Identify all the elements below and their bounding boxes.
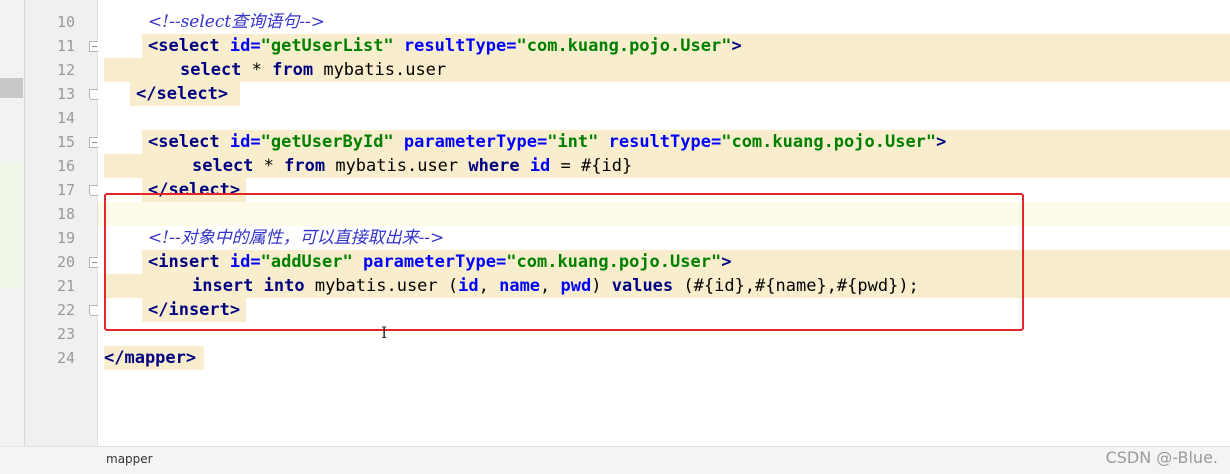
code-line[interactable]: </mapper>: [98, 346, 1230, 370]
code-token: id=: [229, 36, 261, 56]
code-text: </select>: [136, 82, 228, 106]
code-token: *: [263, 156, 285, 176]
code-token: resultType=: [403, 36, 517, 56]
code-token: from: [284, 156, 336, 176]
line-number: 20: [56, 253, 75, 271]
code-token: mybatis.user: [335, 156, 469, 176]
code-token: id=: [229, 132, 261, 152]
line-number: 24: [56, 349, 75, 367]
line-number: 17: [56, 181, 75, 199]
code-token: select: [192, 156, 264, 176]
code-text: <!--select查询语句-->: [148, 10, 325, 34]
code-token: id: [529, 156, 551, 176]
strip-marker-gray: [0, 78, 23, 98]
annotation-highlight-box: [104, 193, 1024, 331]
code-token: "int": [547, 132, 609, 152]
code-token: from: [272, 60, 324, 80]
code-token: "getUserById": [260, 132, 404, 152]
code-text: </mapper>: [104, 346, 196, 370]
breadcrumb-bar: mapper: [0, 446, 1230, 474]
code-token: select: [180, 60, 252, 80]
code-token: >: [731, 36, 742, 56]
text-cursor-icon: I: [381, 323, 388, 342]
code-token: >: [936, 132, 947, 152]
code-line[interactable]: <select id="getUserById" parameterType="…: [98, 130, 1230, 154]
tool-window-strip: [0, 0, 25, 473]
code-text: select * from mybatis.user where id = #{…: [192, 154, 632, 178]
line-number: 12: [56, 61, 75, 79]
line-number: 21: [56, 277, 75, 295]
line-number: 22: [56, 301, 75, 319]
line-number: 13: [56, 85, 75, 103]
line-number: 18: [56, 205, 75, 223]
code-token: where: [468, 156, 530, 176]
code-line[interactable]: </select>: [98, 82, 1230, 106]
code-text: select * from mybatis.user: [180, 58, 446, 82]
code-line[interactable]: <select id="getUserList" resultType="com…: [98, 34, 1230, 58]
breadcrumb-mapper[interactable]: mapper: [106, 452, 153, 466]
code-token: </select>: [136, 84, 229, 104]
code-token: "com.kuang.pojo.User": [516, 36, 732, 56]
line-number: 10: [56, 13, 75, 31]
line-number: 19: [56, 229, 75, 247]
code-line[interactable]: <!--select查询语句-->: [98, 10, 1230, 34]
line-number: 11: [56, 37, 75, 55]
code-text: <select id="getUserList" resultType="com…: [148, 34, 742, 58]
line-number: 14: [56, 109, 75, 127]
code-token: resultType=: [608, 132, 722, 152]
code-token: mybatis.user: [323, 60, 447, 80]
strip-marker-green: [0, 162, 23, 288]
line-number: 23: [56, 325, 75, 343]
code-token: *: [251, 60, 273, 80]
code-token: "com.kuang.pojo.User": [721, 132, 937, 152]
code-token: </mapper>: [104, 348, 197, 368]
watermark-text: CSDN @-Blue.: [1105, 448, 1218, 467]
code-token: parameterType=: [403, 132, 548, 152]
code-token: <select: [148, 36, 230, 56]
code-line[interactable]: select * from mybatis.user: [98, 58, 1230, 82]
line-number: 15: [56, 133, 75, 151]
code-token: = #{id}: [550, 156, 633, 176]
line-number: 16: [56, 157, 75, 175]
code-text: <select id="getUserById" parameterType="…: [148, 130, 946, 154]
line-number-gutter: 10 11 12 13 14 15 16 17 18 19 20 21 22 2…: [25, 0, 100, 446]
code-token: <select: [148, 132, 230, 152]
code-token: "getUserList": [260, 36, 404, 56]
code-line[interactable]: select * from mybatis.user where id = #{…: [98, 154, 1230, 178]
code-line[interactable]: [98, 106, 1230, 130]
code-token: <!--select查询语句-->: [148, 12, 325, 32]
